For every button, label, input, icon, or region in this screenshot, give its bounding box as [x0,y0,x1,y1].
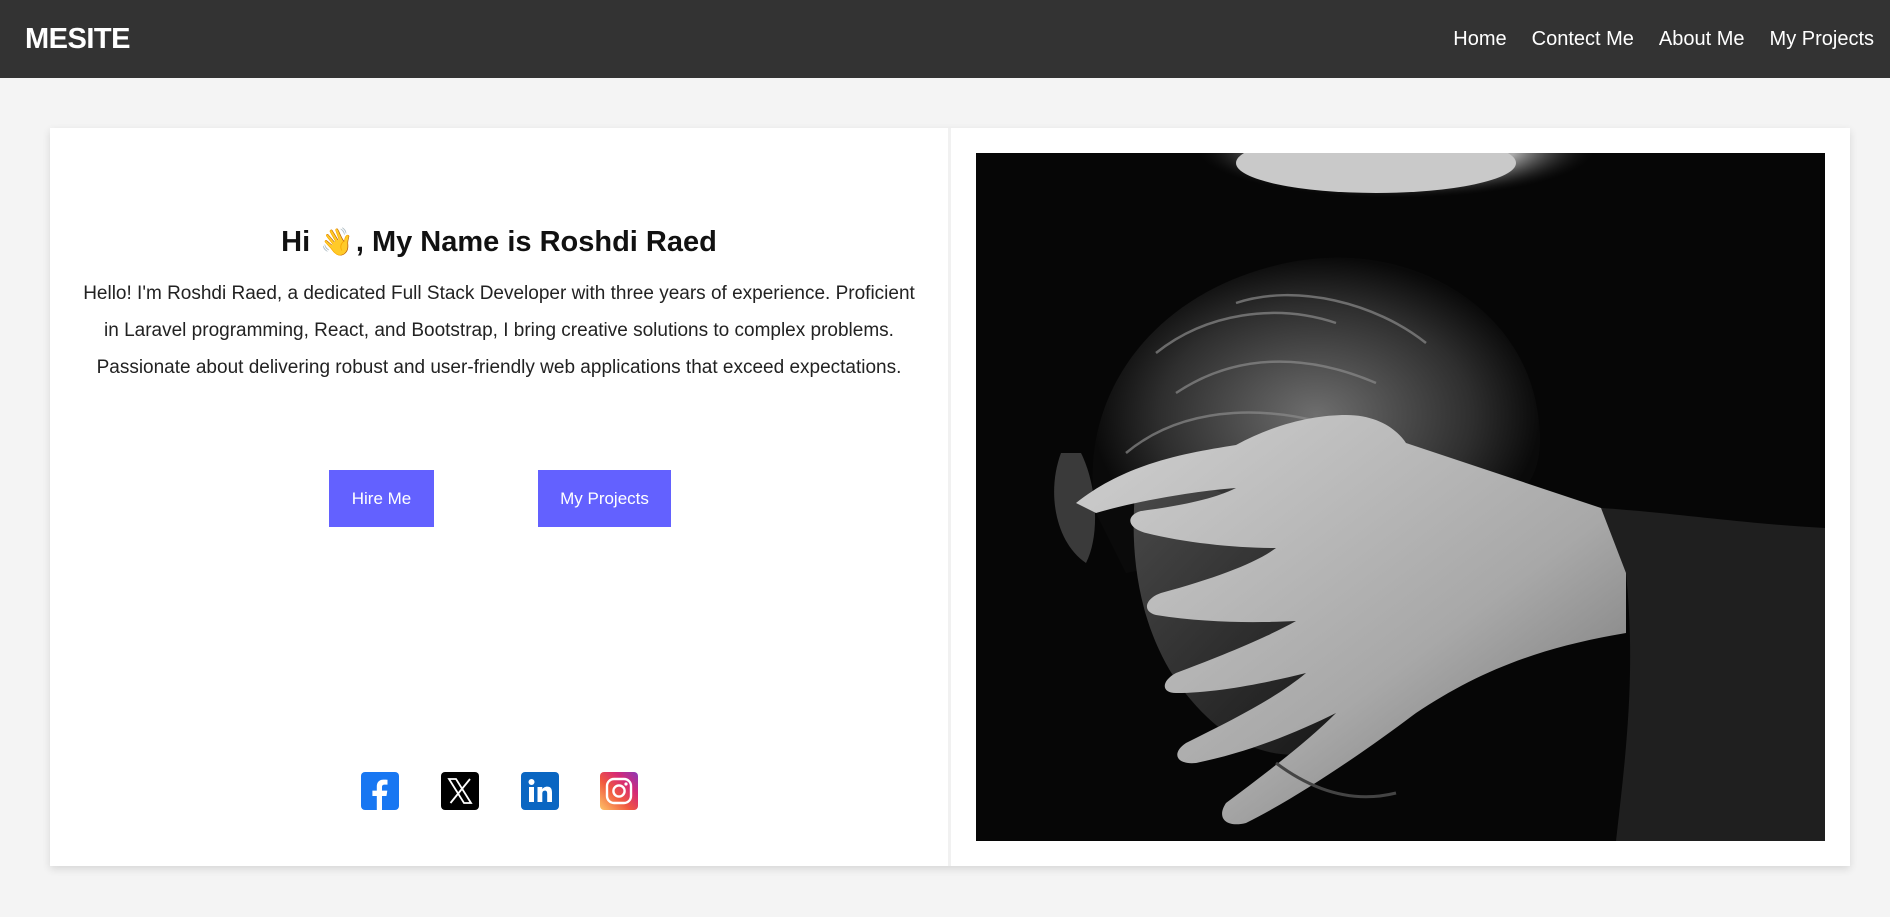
nav-about[interactable]: About Me [1659,28,1745,51]
my-projects-button[interactable]: My Projects [538,470,671,527]
instagram-icon[interactable] [600,772,638,810]
hire-me-button[interactable]: Hire Me [329,470,434,527]
x-icon[interactable] [441,772,479,810]
intro-paragraph: Hello! I'm Roshdi Raed, a dedicated Full… [83,283,915,378]
instagram-glyph [605,777,633,805]
nav-home[interactable]: Home [1453,28,1506,51]
hero-card: Hi 👋, My Name is Roshdi Raed Hello! I'm … [50,128,1850,866]
greeting-name: , My Name is Roshdi Raed [355,226,717,258]
facebook-glyph [372,779,388,810]
site-logo[interactable]: MESITE [25,23,130,56]
facebook-icon[interactable] [361,772,399,810]
nav-links: Home Contect Me About Me My Projects [1428,28,1874,51]
waving-hand-icon: 👋 [320,227,354,257]
nav-projects[interactable]: My Projects [1770,28,1874,51]
hero-photo-pane [951,128,1850,866]
linkedin-icon[interactable] [521,772,559,810]
navbar: MESITE Home Contect Me About Me My Proje… [0,0,1890,78]
nav-contact[interactable]: Contect Me [1532,28,1634,51]
hero-text-pane: Hi 👋, My Name is Roshdi Raed Hello! I'm … [50,128,948,866]
x-glyph [447,778,473,804]
linkedin-glyph [528,779,552,802]
greeting-prefix: Hi [281,226,311,258]
hero-heading: Hi 👋, My Name is Roshdi Raed [50,226,948,259]
portrait-photo [976,153,1825,841]
portrait-illustration [976,153,1825,841]
